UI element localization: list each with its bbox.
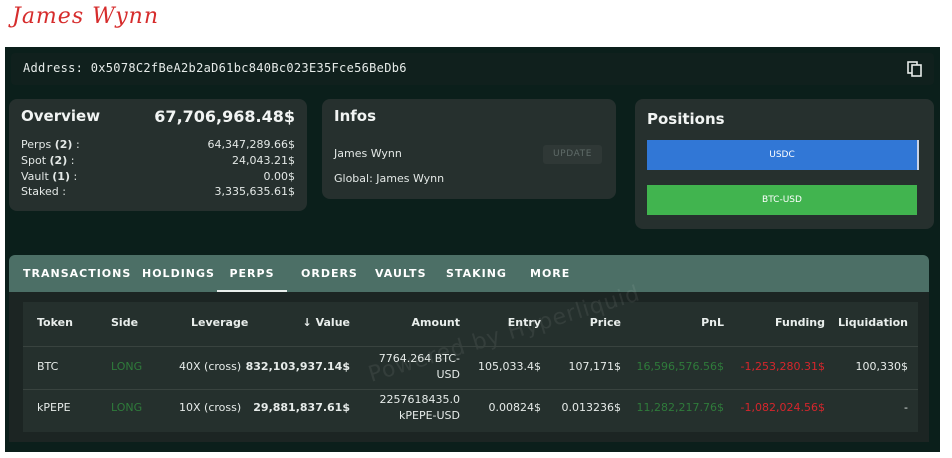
header-pnl[interactable]: PnL [623, 316, 724, 329]
address-value: 0x5078C2fBeA2b2aD61bc840Bc023E35Fce56BeD… [90, 61, 407, 75]
cell-amount-line2: kPEPE-USD [398, 409, 460, 422]
header-entry[interactable]: Entry [453, 316, 541, 329]
page-title: James Wynn [12, 4, 159, 29]
cell-leverage: 40X (cross) [179, 360, 242, 373]
explorer-app: Address: 0x5078C2fBeA2b2aD61bc840Bc023E3… [5, 47, 940, 452]
cell-value: 29,881,837.61$ [253, 401, 350, 414]
address-bar: Address: 0x5078C2fBeA2b2aD61bc840Bc023E3… [11, 53, 934, 85]
address-text: Address: 0x5078C2fBeA2b2aD61bc840Bc023E3… [23, 61, 407, 75]
header-funding[interactable]: Funding [723, 316, 825, 329]
overview-card: Overview 67,706,968.48$ Perps (2) : 64,3… [9, 99, 307, 211]
position-bar-btc-usd[interactable]: BTC-USD [647, 185, 917, 215]
cell-side: LONG [111, 401, 143, 414]
cell-amount-line2: USD [436, 368, 460, 381]
cell-pnl: 11,282,217.76$ [636, 401, 724, 414]
cell-price: 107,171$ [568, 360, 622, 373]
infos-global: Global: James Wynn [334, 172, 445, 185]
header-leverage[interactable]: Leverage [191, 316, 248, 329]
tab-perps[interactable]: PERPS [217, 255, 287, 292]
infos-card: Infos James Wynn Global: James Wynn UPDA… [322, 99, 616, 199]
cell-amount-line1: 2257618435.0 [379, 393, 460, 406]
copy-icon[interactable] [906, 60, 924, 78]
overview-suffix: : [67, 154, 75, 167]
overview-count: (1) [52, 170, 70, 183]
overview-value: 64,347,289.66$ [207, 138, 295, 151]
cell-token: BTC [37, 360, 59, 373]
cell-funding: -1,082,024.56$ [740, 401, 825, 414]
infos-name: James Wynn [334, 147, 402, 160]
row-divider [23, 389, 918, 390]
overview-total: 67,706,968.48$ [154, 107, 295, 126]
cell-liquidation: - [904, 401, 908, 414]
overview-label: Perps [21, 138, 52, 151]
cell-leverage: 10X (cross) [179, 401, 242, 414]
tab-more[interactable]: MORE [530, 255, 570, 292]
header-price[interactable]: Price [543, 316, 621, 329]
perps-table-container: Powered by Hyperliquid Token Side Levera… [9, 281, 929, 442]
cell-price: 0.013236$ [561, 401, 622, 414]
overview-heading: Overview [21, 107, 101, 125]
update-button[interactable]: UPDATE [543, 145, 602, 164]
tab-vaults[interactable]: VAULTS [375, 255, 427, 292]
header-amount[interactable]: Amount [363, 316, 460, 329]
overview-label: Staked [21, 185, 59, 198]
infos-heading: Infos [334, 107, 377, 125]
cell-amount-line1: 7764.264 BTC- [378, 352, 460, 365]
overview-label: Vault [21, 170, 49, 183]
positions-heading: Positions [647, 110, 725, 128]
cell-entry: 105,033.4$ [478, 360, 541, 373]
positions-card: Positions USDC BTC-USD [635, 99, 934, 229]
address-label: Address: [23, 61, 84, 75]
overview-suffix: : [58, 185, 66, 198]
header-side[interactable]: Side [111, 316, 138, 329]
tab-staking[interactable]: STAKING [446, 255, 507, 292]
perps-table: Powered by Hyperliquid Token Side Levera… [23, 281, 918, 432]
cell-liquidation: 100,330$ [855, 360, 909, 373]
tab-orders[interactable]: ORDERS [301, 255, 358, 292]
header-divider [23, 346, 918, 347]
header-value[interactable]: ↓ Value [253, 316, 350, 329]
cell-value: 832,103,937.14$ [245, 360, 350, 373]
overview-count: (2) [49, 154, 68, 167]
header-token[interactable]: Token [37, 316, 73, 329]
cell-side: LONG [111, 360, 143, 373]
tab-transactions[interactable]: TRANSACTIONS [23, 255, 131, 292]
header-liquidation[interactable]: Liquidation [823, 316, 908, 329]
overview-label: Spot [21, 154, 47, 167]
cell-entry: 0.00824$ [488, 401, 542, 414]
overview-value: 24,043.21$ [232, 154, 295, 167]
tab-bar: TRANSACTIONS HOLDINGS PERPS ORDERS VAULT… [9, 255, 929, 292]
cell-funding: -1,253,280.31$ [740, 360, 825, 373]
position-bar-usdc[interactable]: USDC [647, 140, 919, 170]
tab-holdings[interactable]: HOLDINGS [142, 255, 215, 292]
overview-count: (2) [54, 138, 73, 151]
cell-token: kPEPE [37, 401, 71, 414]
overview-suffix: : [69, 170, 78, 183]
overview-value: 3,335,635.61$ [214, 185, 295, 198]
overview-suffix: : [72, 138, 80, 151]
overview-value: 0.00$ [263, 170, 296, 183]
cell-pnl: 16,596,576.56$ [636, 360, 724, 373]
